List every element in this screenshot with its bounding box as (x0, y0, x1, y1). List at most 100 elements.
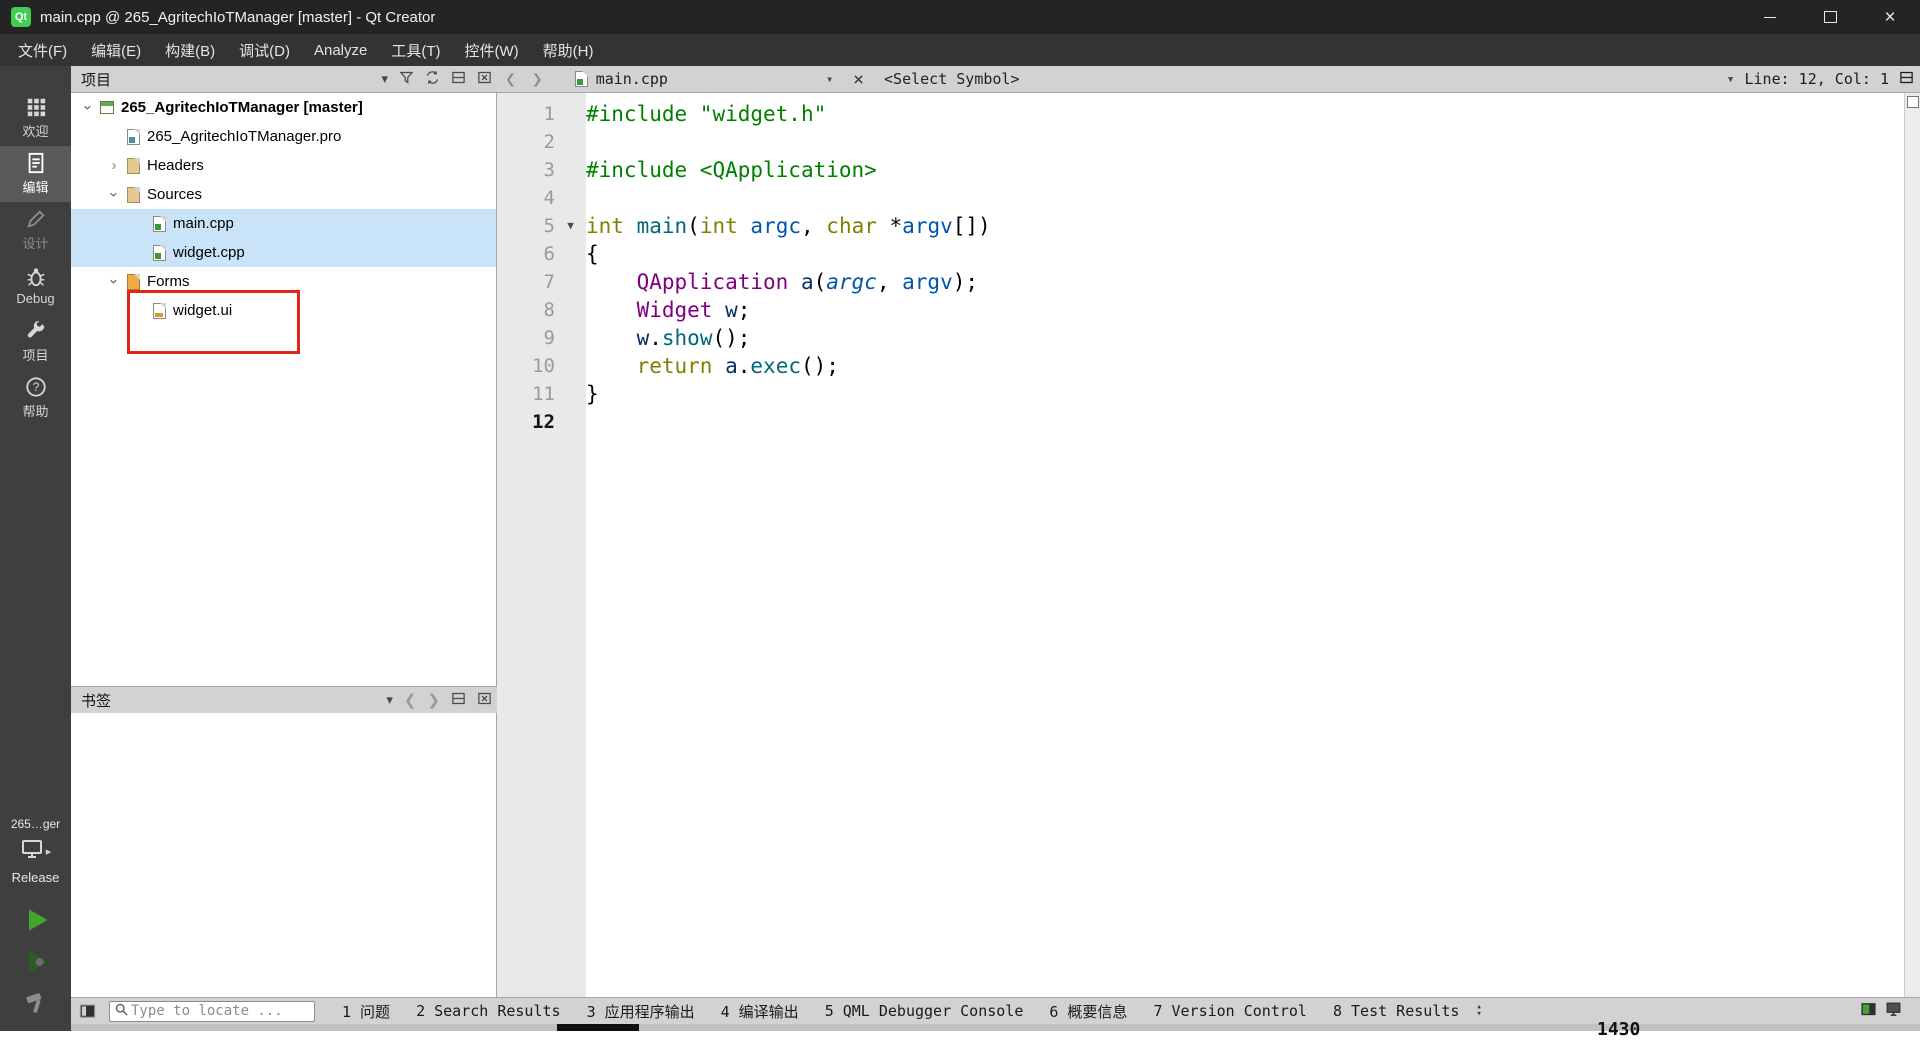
code-line-4[interactable]: 4 (497, 184, 1920, 212)
close-panel-icon[interactable] (477, 70, 492, 89)
code-line-1[interactable]: 1 #include "widget.h" (497, 100, 1920, 128)
sync-with-editor-icon[interactable] (425, 70, 440, 89)
mode-label: 设计 (22, 236, 49, 251)
toggle-sidebar-icon[interactable] (79, 1003, 96, 1020)
menu-item-5[interactable]: Analyze (302, 37, 379, 64)
code-line-11[interactable]: 11} (497, 380, 1920, 408)
run-button[interactable] (22, 906, 50, 939)
kit-project-name: 265…ger (10, 817, 61, 831)
code-line-9[interactable]: 9 w.show(); (497, 324, 1920, 352)
mode-help[interactable]: ? 帮助 (0, 370, 71, 426)
code-line-2[interactable]: 2 (497, 128, 1920, 156)
close-panel-icon[interactable] (477, 691, 492, 710)
fold-column (555, 240, 586, 268)
menu-item-6[interactable]: 工具(T) (379, 35, 452, 66)
output-pane-button-2[interactable]: 2 Search Results (403, 1002, 574, 1020)
output-pane-button-1[interactable]: 1 问题 (329, 1001, 403, 1022)
code-text: { (586, 242, 599, 266)
symbol-selector[interactable]: <Select Symbol> (874, 70, 1029, 88)
mode-label: 编辑 (22, 180, 49, 195)
status-misc-icon-2[interactable] (1885, 1001, 1902, 1022)
code-line-5[interactable]: 5 ▼ int main(int argc, char *argv[]) (497, 212, 1920, 240)
close-button[interactable]: × (1860, 0, 1920, 34)
menu-item-1[interactable]: 文件(F) (6, 35, 79, 66)
line-number: 12 (532, 411, 555, 433)
mode-debug[interactable]: Debug (0, 258, 71, 314)
output-pane-button-6[interactable]: 6 概要信息 (1036, 1001, 1140, 1022)
open-document-label: main.cpp (595, 70, 668, 88)
panel-dropdown-icon[interactable]: ▾ (386, 692, 393, 708)
forward-icon[interactable]: ❯ (427, 691, 440, 709)
split-panel-icon[interactable] (451, 70, 466, 89)
code-line-12[interactable]: 12 (497, 408, 1920, 436)
fold-column (555, 184, 586, 212)
kit-selector[interactable]: 265…ger ▸ Release (0, 817, 71, 885)
close-document-button[interactable]: × (843, 69, 874, 90)
code-line-8[interactable]: 8 Widget w; (497, 296, 1920, 324)
mode-label: Debug (16, 291, 55, 306)
code-editor[interactable]: 1 #include "widget.h" 2 3 #include <QApplica… (497, 93, 1920, 997)
locator-input[interactable] (129, 1002, 293, 1020)
menu-item-7[interactable]: 控件(W) (453, 35, 531, 66)
mode-label: 项目 (22, 348, 49, 363)
back-icon[interactable]: ❮ (404, 691, 417, 709)
tree-item-265-agritechiotmanager-master-[interactable]: › 265_AgritechIoTManager [master] (71, 93, 496, 122)
output-pane-button-8[interactable]: 8 Test Results (1320, 1002, 1472, 1020)
go-back-icon[interactable]: ❮ (497, 69, 524, 90)
chevron-collapsed-icon[interactable]: › (105, 157, 123, 174)
menu-item-4[interactable]: 调试(D) (227, 35, 302, 66)
locator[interactable] (109, 1000, 315, 1022)
menu-item-2[interactable]: 编辑(E) (79, 35, 153, 66)
mode-edit[interactable]: 编辑 (0, 146, 71, 202)
build-button[interactable] (23, 990, 49, 1021)
chevron-expanded-icon[interactable]: › (80, 99, 97, 117)
output-pane-button-7[interactable]: 7 Version Control (1140, 1002, 1320, 1020)
output-pane-button-3[interactable]: 3 应用程序输出 (574, 1001, 708, 1022)
annotation-highlight-rect (127, 290, 300, 354)
chevron-expanded-icon[interactable]: › (106, 186, 123, 204)
code-line-3[interactable]: 3 #include <QApplication> (497, 156, 1920, 184)
tree-item-265-agritechiotmanager.pro[interactable]: 265_AgritechIoTManager.pro (71, 122, 496, 151)
fold-marker-icon[interactable]: ▼ (555, 212, 586, 240)
profile-file-icon (123, 128, 143, 145)
open-document-selector[interactable]: main.cpp ▾ (565, 70, 843, 88)
menu-bar: 文件(F) 编辑(E) 构建(B) 调试(D) Analyze 工具(T) 控件(W) 帮助(… (0, 34, 1920, 66)
run-debug-button[interactable] (22, 948, 50, 981)
qtcreator-logo-icon: Qt (11, 7, 31, 27)
status-misc-icon-1[interactable] (1860, 1001, 1877, 1022)
cpp-file-icon (149, 244, 169, 261)
project-panel-header: 项目 ▾ (71, 66, 507, 93)
code-line-10[interactable]: 10 return a.exec(); (497, 352, 1920, 380)
tree-item-label: 265_AgritechIoTManager.pro (147, 128, 342, 145)
menu-item-8[interactable]: 帮助(H) (531, 35, 606, 66)
mode-projects[interactable]: 项目 (0, 314, 71, 370)
menu-item-3[interactable]: 构建(B) (153, 35, 227, 66)
editor-scrollbar[interactable] (1904, 93, 1920, 997)
split-panel-icon[interactable] (451, 691, 466, 710)
pane-updown-icon[interactable]: ▴ ▾ (1476, 1003, 1481, 1019)
editor-toolbar: ❮ ❯ main.cpp ▾ × <Select Symbol> ▾ Line:… (497, 66, 1920, 93)
minimize-button[interactable] (1740, 0, 1800, 34)
output-pane-button-4[interactable]: 4 编译输出 (708, 1001, 812, 1022)
go-forward-icon[interactable]: ❯ (524, 69, 551, 90)
tree-item-sources[interactable]: › Sources (71, 180, 496, 209)
tree-item-widget.cpp[interactable]: widget.cpp (71, 238, 496, 267)
output-pane-button-5[interactable]: 5 QML Debugger Console (812, 1002, 1037, 1020)
panel-dropdown-icon[interactable]: ▾ (381, 71, 388, 87)
fold-column (555, 352, 586, 380)
kit-config-name: Release (11, 870, 60, 885)
tree-item-headers[interactable]: › Headers (71, 151, 496, 180)
mode-welcome[interactable]: 欢迎 (0, 90, 71, 146)
maximize-button[interactable] (1800, 0, 1860, 34)
line-number: 11 (532, 383, 555, 405)
filter-icon[interactable] (399, 70, 414, 89)
chevron-expanded-icon[interactable]: › (106, 273, 123, 291)
code-line-7[interactable]: 7 QApplication a(argc, argv); (497, 268, 1920, 296)
tree-item-label: 265_AgritechIoTManager [master] (121, 99, 363, 116)
toolbar-dropdown-icon[interactable]: ▾ (1727, 72, 1735, 87)
code-line-6[interactable]: 6{ (497, 240, 1920, 268)
scrollbar-thumb[interactable] (1907, 96, 1919, 108)
split-editor-icon[interactable] (1899, 70, 1914, 89)
tree-item-main.cpp[interactable]: main.cpp (71, 209, 496, 238)
code-text: #include <QApplication> (586, 158, 877, 182)
